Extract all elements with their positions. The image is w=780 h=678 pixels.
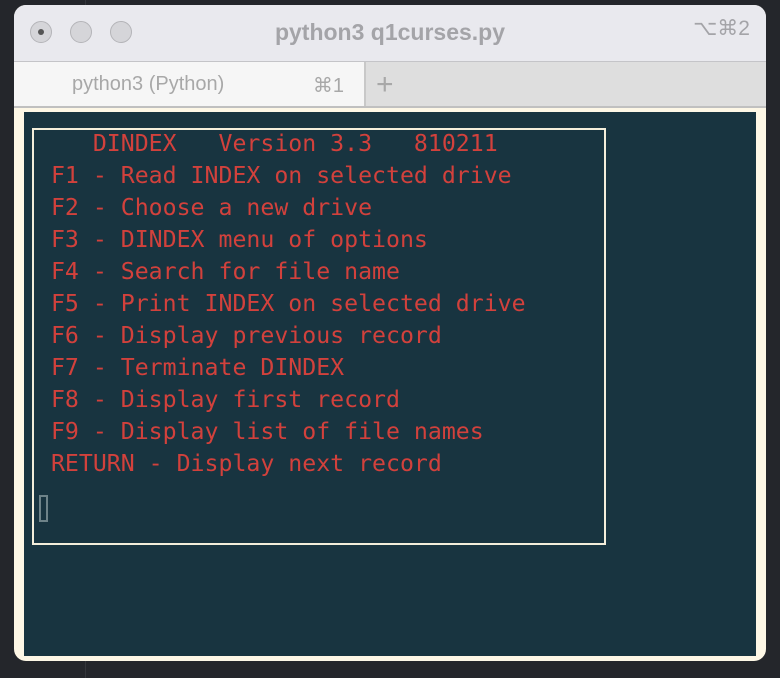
menu-line-f9: F9 - Display list of file names (37, 418, 484, 445)
header-line: DINDEX Version 3.3 810211 (37, 130, 498, 157)
terminal-area[interactable]: DINDEX Version 3.3 810211 F1 - Read INDE… (24, 112, 756, 656)
window-shortcut: ⌥⌘2 (693, 17, 750, 40)
menu-line-f6: F6 - Display previous record (37, 322, 442, 349)
tab-shortcut: ⌘1 (312, 75, 344, 97)
terminal-window: python3 q1curses.py ⌥⌘2 python3 (Python)… (14, 5, 766, 661)
menu-line-f3: F3 - DINDEX menu of options (37, 226, 428, 253)
menu-line-f7: F7 - Terminate DINDEX (37, 354, 345, 381)
new-tab-button[interactable]: + (376, 68, 394, 102)
menu-line-f5: F5 - Print INDEX on selected drive (37, 290, 526, 317)
menu-line-f4: F4 - Search for file name (37, 258, 400, 285)
menu-line-f2: F2 - Choose a new drive (37, 194, 373, 221)
tab-python3[interactable]: python3 (Python) ⌘1 (14, 62, 366, 106)
terminal-output: DINDEX Version 3.3 810211 F1 - Read INDE… (37, 128, 526, 480)
menu-line-f1: F1 - Read INDEX on selected drive (37, 162, 512, 189)
menu-line-f8: F8 - Display first record (37, 386, 400, 413)
title-bar[interactable]: python3 q1curses.py ⌥⌘2 (14, 5, 766, 62)
tab-label: python3 (Python) (72, 73, 225, 95)
menu-line-return: RETURN - Display next record (37, 450, 442, 477)
window-title: python3 q1curses.py (274, 19, 506, 45)
tab-bar: python3 (Python) ⌘1 + (14, 62, 766, 108)
text-cursor (39, 495, 48, 522)
